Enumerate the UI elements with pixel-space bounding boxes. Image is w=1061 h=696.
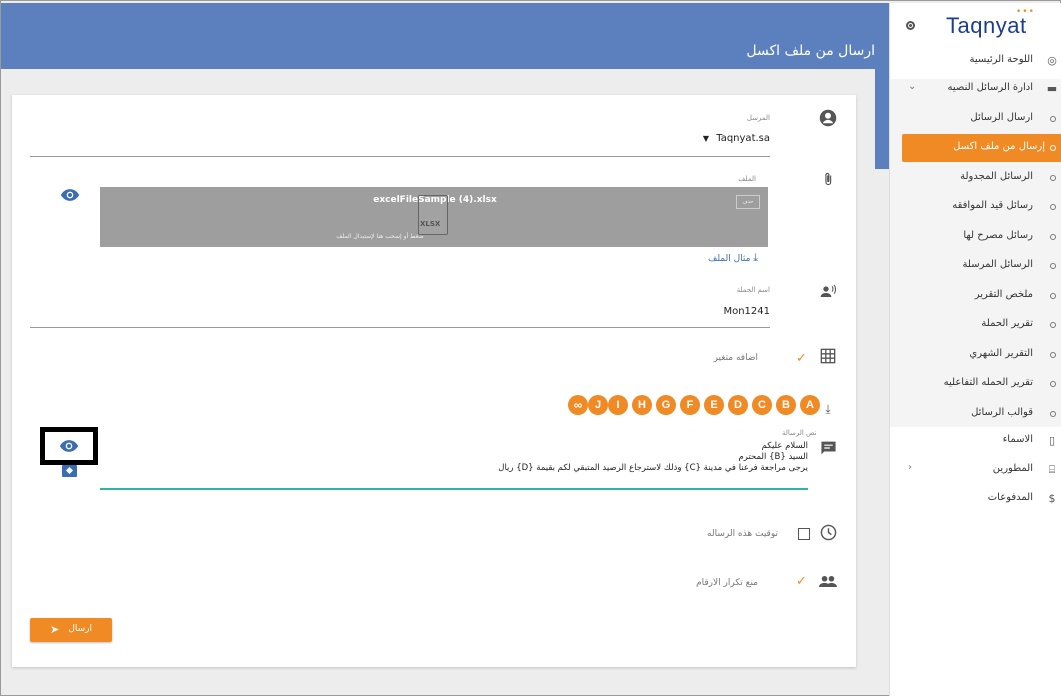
campaign-label: اسم الحملة xyxy=(736,286,770,294)
grid-icon[interactable] xyxy=(818,348,838,368)
variable-chip-g[interactable]: G xyxy=(656,395,676,415)
message-bubble-icon xyxy=(818,440,838,460)
palette-icon: ◎ xyxy=(1047,54,1057,67)
bullet-icon xyxy=(1050,381,1056,387)
sidebar-item-sms-management[interactable]: ▬ ادارة الرسائل النصيه ⌄ xyxy=(890,75,1061,103)
variable-chip-j[interactable]: J xyxy=(588,395,608,415)
campaign-underline xyxy=(30,327,770,328)
variable-chip-a[interactable]: A xyxy=(800,395,820,415)
message-textarea[interactable]: السلام عليكم السيد {B} المحترم يرجى مراج… xyxy=(498,441,808,474)
bullet-icon xyxy=(1050,352,1056,358)
sender-label: المرسل xyxy=(746,114,770,122)
variable-chip-d[interactable]: D xyxy=(728,395,748,415)
message-underline xyxy=(100,488,808,490)
campaign-input[interactable]: Mon1241 xyxy=(723,306,770,317)
bullet-icon xyxy=(1050,411,1056,417)
variable-chip-h[interactable]: H xyxy=(632,395,652,415)
message-icon: ▬ xyxy=(1046,82,1058,95)
campaign-voice-icon xyxy=(818,283,838,303)
bullet-icon xyxy=(1050,293,1056,299)
variable-chip-c[interactable]: C xyxy=(752,395,772,415)
variable-chip-f[interactable]: F xyxy=(680,395,700,415)
sidebar-item-templates[interactable]: قوالب الرسائل xyxy=(890,400,1061,428)
preview-eye-icon[interactable] xyxy=(59,440,79,452)
file-dropzone[interactable]: excelFileSample (4).xlsx XLSX ضغط أو إسح… xyxy=(100,187,768,247)
insert-icon[interactable] xyxy=(62,465,77,477)
send-arrow-icon: ➤ xyxy=(50,623,60,636)
sidebar-item-scheduled[interactable]: الرسائل المجدولة xyxy=(890,164,1061,192)
bullet-icon xyxy=(1050,322,1056,328)
variable-chip-b[interactable]: B xyxy=(776,395,796,415)
sidebar-toggle[interactable] xyxy=(906,21,915,30)
main-card: المرسل Taqnyat.sa ▼ الملف excelFileSampl… xyxy=(12,95,856,667)
add-variable-label[interactable]: اضافه متغير xyxy=(714,353,758,363)
chevron-down-icon: ⌄ xyxy=(908,81,917,92)
sidebar-item-interactive-report[interactable]: تقرير الحمله التفاعليه xyxy=(890,370,1061,398)
clock-icon xyxy=(818,524,838,544)
dedupe-check-icon[interactable]: ✓ xyxy=(796,574,807,589)
header-strip xyxy=(875,69,889,169)
sidebar-item-names[interactable]: ▯ الاسماء xyxy=(890,427,1061,455)
logo: Taqnyat xyxy=(946,13,1027,38)
send-button[interactable]: ارسال ➤ xyxy=(30,618,112,642)
file-label: الملف xyxy=(738,175,756,183)
xlsx-file-icon: XLSX xyxy=(418,195,448,235)
download-arrow-icon: ⤓ xyxy=(825,402,831,416)
sidebar-item-payments[interactable]: $ المدفوعات xyxy=(890,485,1061,513)
dropdown-arrow-icon: ▼ xyxy=(702,134,710,143)
dollar-icon: $ xyxy=(1048,492,1056,505)
variable-chip-i[interactable]: I xyxy=(608,395,628,415)
account-circle-icon xyxy=(818,109,838,129)
sidebar-item-developers[interactable]: ⌸ المطورين ‹ xyxy=(890,456,1061,484)
send-label: ارسال xyxy=(68,624,92,634)
dedupe-label: منع تكرار الارقام xyxy=(696,578,758,588)
schedule-checkbox[interactable] xyxy=(798,528,810,540)
bullet-icon xyxy=(1050,145,1056,151)
bullet-icon xyxy=(1050,204,1056,210)
message-line-2: السيد {B} المحترم xyxy=(738,452,809,462)
variable-chip-link[interactable]: ∞ xyxy=(568,395,588,415)
logo-dots: ••• xyxy=(1016,7,1035,17)
sidebar-item-pending[interactable]: رسائل قيد الموافقه xyxy=(890,193,1061,221)
message-line-1: السلام عليكم xyxy=(761,441,808,451)
variable-chip-e[interactable]: E xyxy=(704,395,724,415)
add-variable-check-icon: ✓ xyxy=(796,351,807,366)
group-icon xyxy=(818,573,838,593)
sidebar-item-campaign-report[interactable]: تقرير الحملة xyxy=(890,311,1061,339)
eye-icon[interactable] xyxy=(60,189,80,201)
window-frame: ارسال من ملف اكسل المرسل Taqnyat.sa ▼ ال… xyxy=(0,0,1061,696)
bullet-icon xyxy=(1050,116,1056,122)
sender-select[interactable]: Taqnyat.sa ▼ xyxy=(703,133,770,144)
sidebar-item-dashboard[interactable]: ◎ اللوحة الرئيسية xyxy=(890,47,1061,75)
chevron-left-icon: ‹ xyxy=(908,462,912,473)
sidebar-item-approved[interactable]: رسائل مصرح لها xyxy=(890,223,1061,251)
schedule-label: توقيت هذه الرساله xyxy=(707,529,778,539)
book-icon: ▯ xyxy=(1048,434,1056,447)
message-label: نص الرسالة xyxy=(782,429,817,437)
header-band: ارسال من ملف اكسل xyxy=(1,3,889,169)
sidebar-item-send-excel[interactable]: إرسال من ملف اكسل xyxy=(902,134,1061,162)
example-file-link[interactable]: ⤓ مثال الملف xyxy=(708,251,758,265)
file-delete-button[interactable]: حذف xyxy=(736,195,760,209)
sidebar-item-send-messages[interactable]: ارسال الرسائل xyxy=(890,105,1061,133)
highlight-box xyxy=(40,427,98,465)
sidebar-item-monthly-report[interactable]: التقرير الشهري xyxy=(890,341,1061,369)
download-icon: ⤓ xyxy=(753,251,759,264)
sidebar: Taqnyat ••• ◎ اللوحة الرئيسية ▬ ادارة ال… xyxy=(889,3,1061,696)
message-line-3: يرجى مراجعة فرعنا في مدينة {C} وذلك لاست… xyxy=(498,463,808,473)
code-icon: ⌸ xyxy=(1048,463,1056,476)
sidebar-item-sent[interactable]: الرسائل المرسلة xyxy=(890,252,1061,280)
file-hint: ضغط أو إسحب هنا لإستبدال الملف xyxy=(336,233,424,240)
sender-value: Taqnyat.sa xyxy=(716,133,770,144)
bullet-icon xyxy=(1050,175,1056,181)
file-ext: XLSX xyxy=(420,220,441,228)
example-file-label: مثال الملف xyxy=(708,254,751,264)
bullet-icon xyxy=(1050,234,1056,240)
sidebar-item-report-summary[interactable]: ملخص التقرير xyxy=(890,282,1061,310)
bullet-icon xyxy=(1050,263,1056,269)
paperclip-icon xyxy=(818,171,838,191)
sender-underline xyxy=(30,156,770,157)
page-title: ارسال من ملف اكسل xyxy=(746,43,875,59)
